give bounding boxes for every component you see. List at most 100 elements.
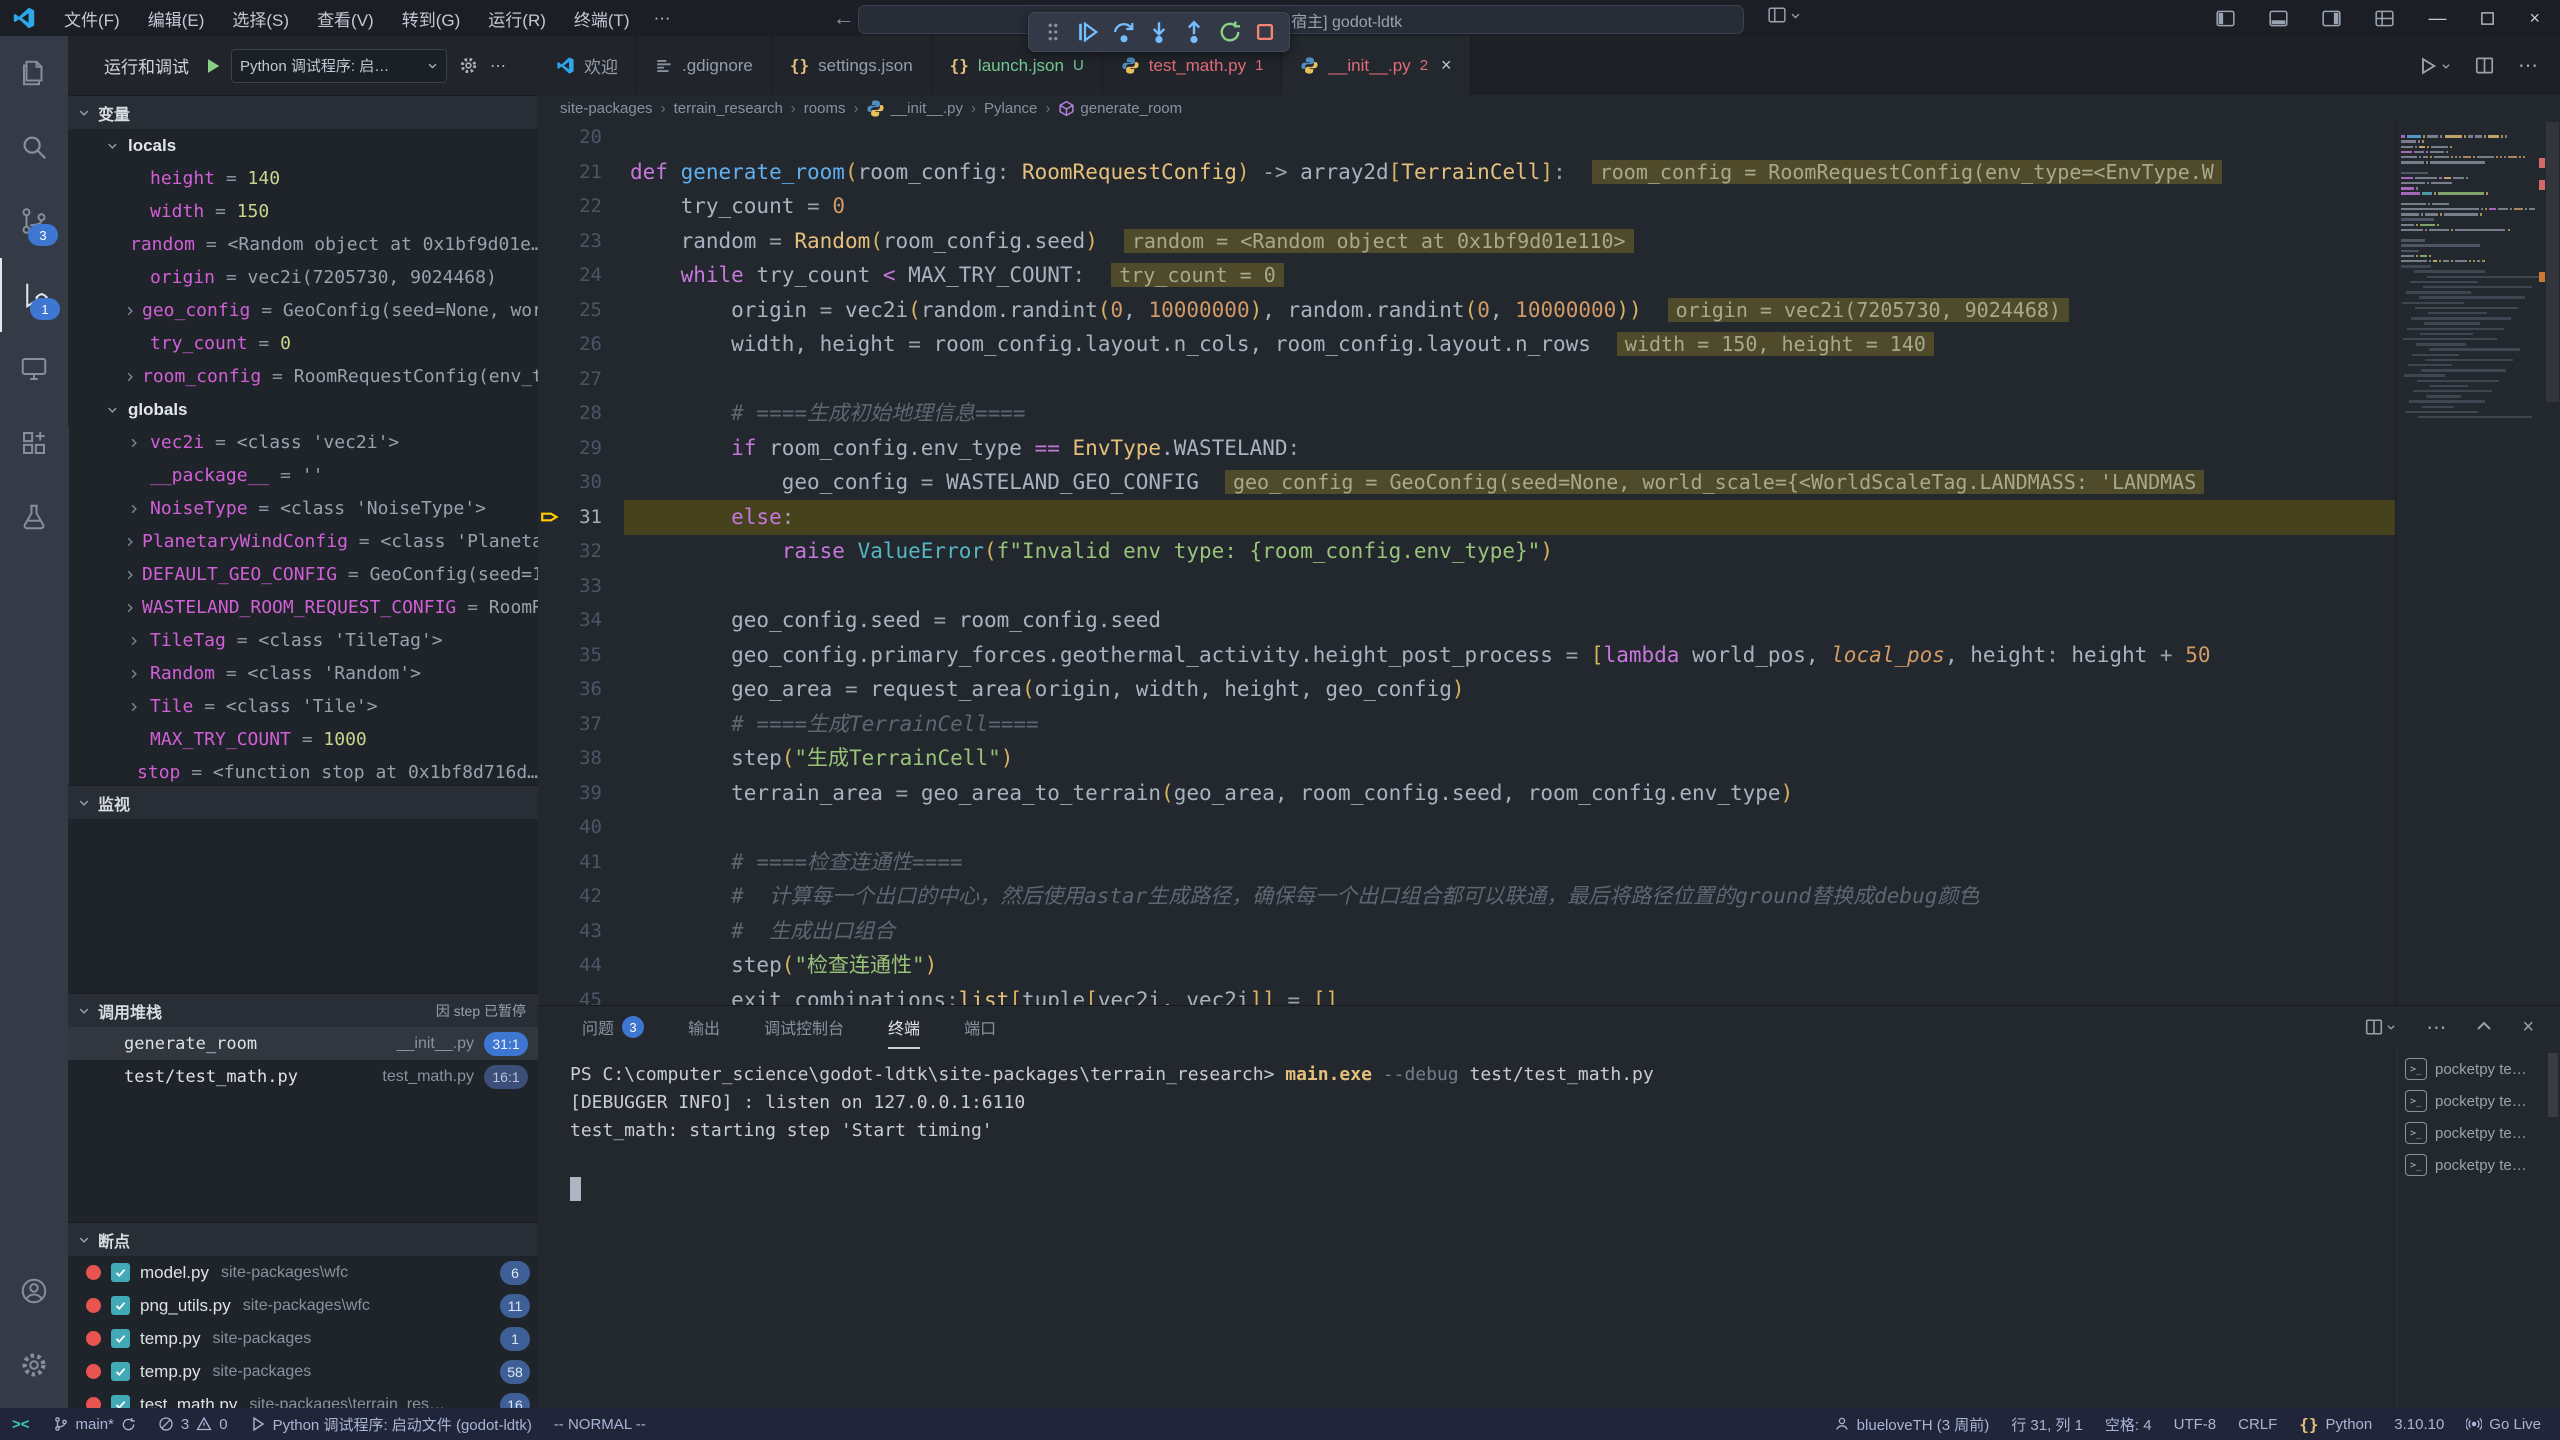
menu-查看V[interactable]: 查看(V) (305, 3, 386, 34)
close-tab-icon[interactable]: × (1441, 55, 1452, 76)
continue-icon[interactable] (1075, 19, 1101, 45)
breakpoint-row[interactable]: temp.pysite-packages1 (68, 1322, 538, 1355)
code-line-43[interactable]: 43 # 生成出口组合 (538, 914, 2560, 949)
terminal-instance[interactable]: >_pocketpy te… (2405, 1117, 2545, 1149)
minimap[interactable] (2395, 122, 2545, 1005)
breakpoint-checkbox[interactable] (111, 1263, 130, 1282)
breakpoint-checkbox[interactable] (111, 1329, 130, 1348)
start-debug-button[interactable] (203, 56, 223, 76)
code-line-34[interactable]: 34 geo_config.seed = room_config.seed (538, 603, 2560, 638)
breakpoint-row[interactable]: test_math.pysite-packages\terrain_res…16 (68, 1388, 538, 1408)
stack-frame[interactable]: test/test_math.pytest_math.py16:1 (68, 1060, 538, 1093)
step-out-icon[interactable] (1181, 19, 1207, 45)
code-line-21[interactable]: 21def generate_room(room_config: RoomReq… (538, 155, 2560, 190)
nav-back-icon[interactable]: ← (833, 5, 855, 31)
variable-row[interactable]: origin = vec2i(7205730, 9024468) (68, 261, 538, 294)
variable-row[interactable]: Random = <class 'Random'> (68, 657, 538, 690)
variable-row[interactable]: TileTag = <class 'TileTag'> (68, 624, 538, 657)
stack-frame[interactable]: generate_room__init__.py31:1 (68, 1027, 538, 1060)
code-line-24[interactable]: 24 while try_count < MAX_TRY_COUNT:try_c… (538, 258, 2560, 293)
variable-row[interactable]: width = 150 (68, 195, 538, 228)
menu-编辑E[interactable]: 编辑(E) (136, 3, 217, 34)
terminal-instance[interactable]: >_pocketpy te… (2405, 1085, 2545, 1117)
breakpoint-row[interactable]: png_utils.pysite-packages\wfc11 (68, 1289, 538, 1322)
status-UTF-8[interactable]: UTF-8 (2163, 1408, 2228, 1440)
status-CRLF[interactable]: CRLF (2227, 1408, 2288, 1440)
status-3[interactable]: 30 (147, 1408, 239, 1440)
activity-search-icon[interactable] (0, 110, 68, 184)
toggle-secondary-sidebar-icon[interactable] (2322, 9, 2341, 28)
code-line-41[interactable]: 41 # ====检查连通性==== (538, 845, 2560, 880)
variable-row[interactable]: WASTELAND_ROOM_REQUEST_CONFIG = RoomR… (68, 591, 538, 624)
minimize-icon[interactable]: — (2428, 8, 2446, 29)
panel-tab-调试控制台[interactable]: 调试控制台 (764, 1005, 844, 1049)
terminal-instance[interactable]: >_pocketpy te… (2405, 1149, 2545, 1181)
code-line-37[interactable]: 37 # ====生成TerrainCell==== (538, 707, 2560, 742)
variable-row[interactable]: NoiseType = <class 'NoiseType'> (68, 492, 538, 525)
terminal-instance[interactable]: >_pocketpy te… (2405, 1053, 2545, 1085)
activity-source-control-icon[interactable]: 3 (0, 184, 68, 258)
code-line-25[interactable]: 25 origin = vec2i(random.randint(0, 1000… (538, 293, 2560, 328)
variable-row[interactable]: vec2i = <class 'vec2i'> (68, 426, 538, 459)
variable-row[interactable]: MAX_TRY_COUNT = 1000 (68, 723, 538, 756)
breakpoint-row[interactable]: model.pysite-packages\wfc6 (68, 1256, 538, 1289)
breadcrumb-item[interactable]: generate_room (1058, 100, 1182, 117)
more-actions-icon[interactable]: ⋯ (2426, 1015, 2446, 1040)
code-line-40[interactable]: 40 (538, 810, 2560, 845)
breadcrumb[interactable]: site-packages›terrain_research›rooms›__i… (538, 95, 2560, 122)
tab-.gdignore[interactable]: .gdignore (637, 36, 772, 95)
variable-scope-globals[interactable]: globals (68, 393, 538, 426)
status-blueloveTH-3-周前-[interactable]: blueloveTH (3 周前) (1823, 1408, 2001, 1440)
menu-文件F[interactable]: 文件(F) (52, 3, 132, 34)
step-into-icon[interactable] (1146, 19, 1172, 45)
code-line-22[interactable]: 22 try_count = 0 (538, 189, 2560, 224)
status-Python[interactable]: {}Python (2288, 1408, 2383, 1440)
variable-row[interactable]: try_count = 0 (68, 327, 538, 360)
terminal-output[interactable]: PS C:\computer_science\godot-ldtk\site-p… (570, 1061, 2360, 1145)
close-window-icon[interactable]: × (2529, 8, 2540, 29)
command-center-search[interactable]: [扩展开发宿主] godot-ldtk (858, 5, 1744, 34)
activity-remote-explorer-icon[interactable] (0, 332, 68, 406)
variable-row[interactable]: height = 140 (68, 162, 538, 195)
breadcrumb-item[interactable]: site-packages (560, 100, 653, 117)
maximize-panel-icon[interactable] (2476, 1019, 2492, 1035)
code-line-38[interactable]: 38 step("生成TerrainCell") (538, 741, 2560, 776)
activity-extensions-icon[interactable] (0, 406, 68, 480)
editor-scrollbar[interactable] (2545, 122, 2560, 1005)
code-line-26[interactable]: 26 width, height = room_config.layout.n_… (538, 327, 2560, 362)
code-line-36[interactable]: 36 geo_area = request_area(origin, width… (538, 672, 2560, 707)
customize-layout-icon[interactable] (2375, 9, 2394, 28)
panel-tab-问题[interactable]: 问题3 (582, 1005, 644, 1049)
variable-row[interactable]: DEFAULT_GEO_CONFIG = GeoConfig(seed=1… (68, 558, 538, 591)
variable-row[interactable]: room_config = RoomRequestConfig(env_t… (68, 360, 538, 393)
status-行-31-列-1[interactable]: 行 31, 列 1 (2000, 1408, 2094, 1440)
panel-tab-终端[interactable]: 终端 (888, 1005, 920, 1049)
breakpoint-row[interactable]: temp.pysite-packages58 (68, 1355, 538, 1388)
split-editor-icon[interactable] (2475, 56, 2494, 75)
menubar-more-button[interactable]: ··· (642, 5, 683, 31)
variable-scope-locals[interactable]: locals (68, 129, 538, 162)
menu-选择S[interactable]: 选择(S) (220, 3, 301, 34)
breakpoint-checkbox[interactable] (111, 1296, 130, 1315)
status-Python-调试程序-启动文件-godot-l[interactable]: Python 调试程序: 启动文件 (godot-ldtk) (239, 1408, 543, 1440)
menu-运行R[interactable]: 运行(R) (476, 3, 558, 34)
panel-tab-输出[interactable]: 输出 (688, 1005, 720, 1049)
variables-section-header[interactable]: 变量 (68, 95, 538, 130)
debug-config-dropdown[interactable]: Python 调试程序: 启… (231, 49, 447, 83)
code-editor[interactable]: 2021def generate_room(room_config: RoomR… (538, 122, 2560, 1005)
breadcrumb-item[interactable]: __init__.py (866, 99, 963, 118)
toggle-panel-icon[interactable] (2269, 9, 2288, 28)
code-line-33[interactable]: 33 (538, 569, 2560, 604)
variable-row[interactable]: random = <Random object at 0x1bf9d01e… (68, 228, 538, 261)
call-stack-section-header[interactable]: 调用堆栈 因 step 已暂停 (68, 993, 538, 1028)
breakpoint-checkbox[interactable] (111, 1395, 130, 1408)
variable-row[interactable]: Tile = <class 'Tile'> (68, 690, 538, 723)
code-line-27[interactable]: 27 (538, 362, 2560, 397)
terminal-list-scrollbar[interactable] (2548, 1053, 2558, 1117)
variable-row[interactable]: PlanetaryWindConfig = <class 'Planeta… (68, 525, 538, 558)
code-line-35[interactable]: 35 geo_config.primary_forces.geothermal_… (538, 638, 2560, 673)
code-line-28[interactable]: 28 # ====生成初始地理信息==== (538, 396, 2560, 431)
breadcrumb-item[interactable]: terrain_research (674, 100, 783, 117)
breadcrumb-item[interactable]: Pylance (984, 100, 1037, 117)
tab-欢迎[interactable]: 欢迎 (538, 36, 637, 95)
